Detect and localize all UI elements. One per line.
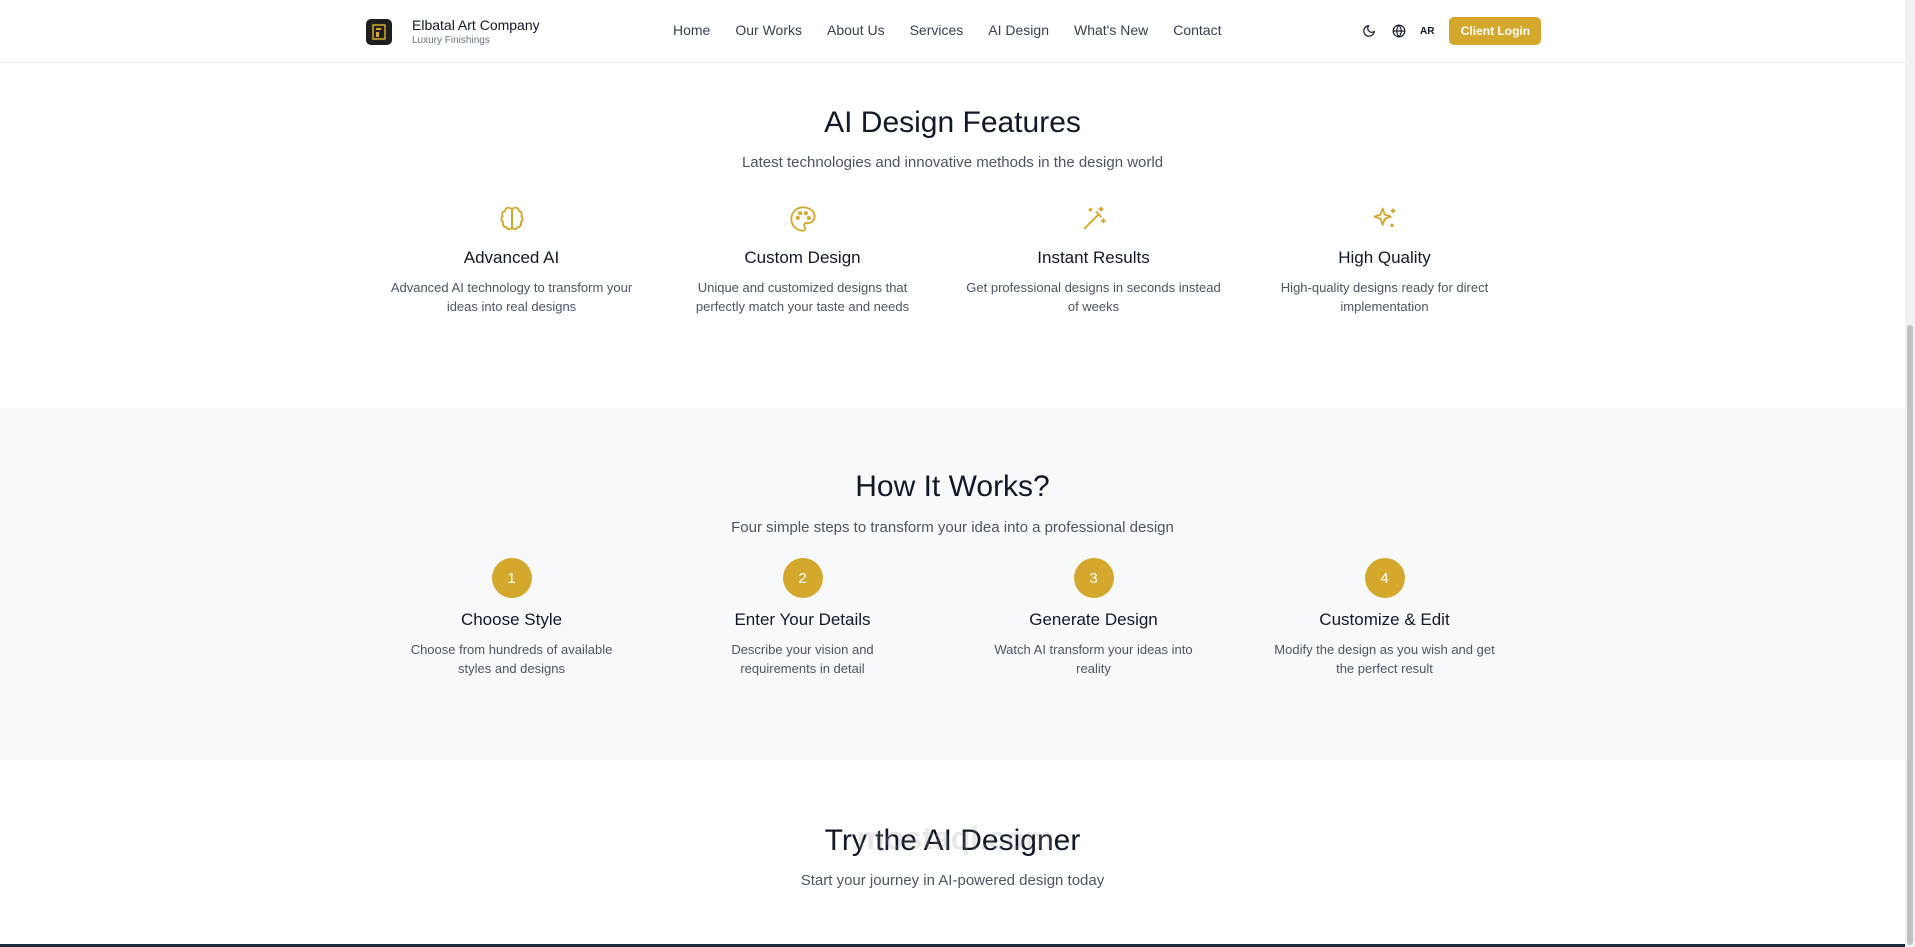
step-desc: Describe your vision and requirements in… — [731, 642, 874, 676]
step-title: Choose Style — [460, 610, 563, 629]
feature-title: Custom Design — [744, 248, 861, 267]
step-number-badge: 2 — [782, 558, 823, 598]
feature-card: Advanced AI Advanced AI technology to tr… — [366, 202, 657, 316]
feature-desc: Unique and customized designs that perfe… — [695, 280, 910, 314]
nav-contact[interactable]: Contact — [1173, 21, 1221, 39]
step-title: Enter Your Details — [734, 610, 871, 629]
header-actions: AR Client Login — [1360, 17, 1542, 45]
step-desc: Watch AI transform your ideas into reali… — [994, 642, 1193, 676]
features-grid: Advanced AI Advanced AI technology to tr… — [366, 202, 1530, 316]
dark-mode-moon-icon[interactable] — [1360, 22, 1378, 40]
steps-grid: 1 Choose Style Choose from hundreds of a… — [366, 558, 1530, 678]
feature-desc: High-quality designs ready for direct im… — [1280, 280, 1489, 314]
feature-title: Instant Results — [1037, 248, 1150, 267]
step-number-badge: 1 — [491, 558, 532, 598]
feature-title: Advanced AI — [463, 248, 560, 267]
step-number-badge: 3 — [1073, 558, 1114, 598]
features-section: AI Design Features Latest technologies a… — [0, 63, 1905, 408]
magic-wand-icon — [948, 202, 1239, 236]
main-nav: Home Our Works About Us Services AI Desi… — [673, 21, 1221, 39]
feature-title: High Quality — [1338, 248, 1431, 267]
step-desc: Choose from hundreds of available styles… — [410, 642, 613, 676]
step-title: Customize & Edit — [1319, 610, 1450, 629]
how-it-works-section: How It Works? Four simple steps to trans… — [0, 408, 1905, 760]
step-card: 1 Choose Style Choose from hundreds of a… — [366, 558, 657, 678]
step-card: 3 Generate Design Watch AI transform you… — [948, 558, 1239, 678]
how-subtitle: Four simple steps to transform your idea… — [731, 519, 1174, 536]
watermark: mostaql.com — [856, 820, 1054, 856]
step-desc: Modify the design as you wish and get th… — [1274, 642, 1495, 676]
step-card: 4 Customize & Edit Modify the design as … — [1239, 558, 1530, 678]
feature-card: Custom Design Unique and customized desi… — [657, 202, 948, 316]
nav-whats-new[interactable]: What's New — [1074, 21, 1148, 39]
step-title: Generate Design — [1029, 610, 1158, 629]
feature-card: High Quality High-quality designs ready … — [1239, 202, 1530, 316]
features-subtitle: Latest technologies and innovative metho… — [741, 154, 1164, 171]
nav-services[interactable]: Services — [910, 21, 964, 39]
nav-ai-design[interactable]: AI Design — [988, 21, 1049, 39]
step-number-badge: 4 — [1364, 558, 1405, 598]
nav-home[interactable]: Home — [673, 21, 710, 39]
brain-icon — [366, 202, 657, 236]
try-subtitle: Start your journey in AI-powered design … — [800, 872, 1105, 889]
globe-icon[interactable] — [1390, 22, 1408, 40]
logo-icon — [366, 19, 392, 45]
client-login-button[interactable]: Client Login — [1449, 17, 1542, 45]
feature-card: Instant Results Get professional designs… — [948, 202, 1239, 316]
brand-name: Elbatal Art Company — [412, 17, 540, 33]
nav-our-works[interactable]: Our Works — [735, 21, 802, 39]
feature-desc: Get professional designs in seconds inst… — [966, 280, 1221, 314]
step-card: 2 Enter Your Details Describe your visio… — [657, 558, 948, 678]
brand[interactable]: Elbatal Art Company Luxury Finishings — [366, 17, 540, 47]
site-header: Elbatal Art Company Luxury Finishings Ho… — [0, 0, 1905, 63]
feature-desc: Advanced AI technology to transform your… — [390, 280, 633, 314]
brand-tagline: Luxury Finishings — [412, 35, 490, 46]
nav-about-us[interactable]: About Us — [827, 21, 885, 39]
palette-icon — [657, 202, 948, 236]
features-title: AI Design Features — [824, 106, 1081, 139]
scrollbar-thumb[interactable] — [1907, 325, 1913, 945]
language-toggle[interactable]: AR — [1420, 26, 1434, 37]
how-title: How It Works? — [855, 470, 1050, 503]
sparkles-icon — [1239, 202, 1530, 236]
